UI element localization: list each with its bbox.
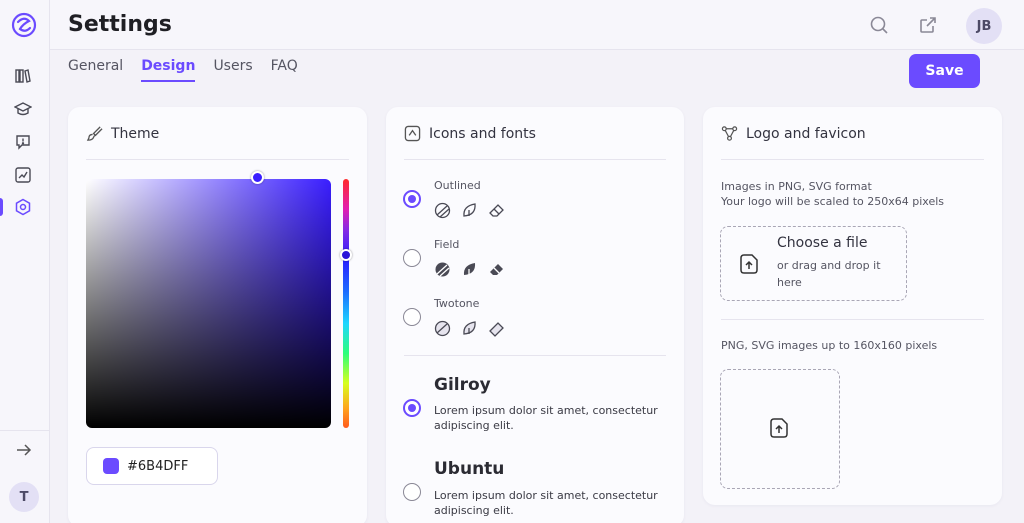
hue-slider-handle[interactable]: [340, 249, 352, 261]
active-nav-indicator: [0, 198, 3, 216]
external-link-icon[interactable]: [918, 15, 938, 35]
favicon-upload-dropzone[interactable]: [720, 369, 840, 489]
theme-card: Theme #6B4DFF: [68, 107, 367, 523]
hex-color-input[interactable]: #6B4DFF: [86, 447, 218, 485]
paint-filled-icon: [435, 262, 450, 277]
top-header: Settings JB: [50, 0, 1024, 50]
leaf-filled-icon: [463, 263, 476, 275]
radio-ubuntu[interactable]: [403, 483, 421, 501]
hue-slider[interactable]: [343, 179, 349, 428]
icons-fonts-divider: [404, 159, 666, 160]
font-gilroy-name: Gilroy: [434, 375, 491, 395]
settings-icon[interactable]: [14, 198, 32, 216]
courses-icon[interactable]: [14, 100, 32, 118]
logo-favicon-card: Logo and favicon Images in PNG, SVG form…: [703, 107, 1002, 505]
color-picker-handle[interactable]: [251, 171, 264, 184]
upload-title: Choose a file: [777, 235, 868, 251]
app-logo-icon[interactable]: [11, 12, 37, 38]
upload-subtitle: or drag and drop it here: [777, 259, 881, 289]
leaf-twotone-icon: [463, 321, 476, 335]
feedback-icon[interactable]: [14, 133, 32, 151]
logo-upload-dropzone[interactable]: Choose a file or drag and drop it here: [720, 226, 907, 301]
user-avatar[interactable]: JB: [966, 8, 1002, 44]
fonts-divider: [404, 355, 666, 356]
expand-sidebar-icon[interactable]: [15, 441, 33, 459]
tab-users[interactable]: Users: [213, 58, 252, 82]
library-icon[interactable]: [14, 67, 32, 85]
icons-fonts-title: Icons and fonts: [429, 125, 536, 142]
outlined-icon-preview: [434, 202, 505, 219]
tab-general[interactable]: General: [68, 58, 123, 82]
hex-value: #6B4DFF: [127, 458, 189, 474]
workspace-avatar[interactable]: T: [9, 482, 39, 512]
brush-icon: [86, 126, 103, 141]
paint-twotone-icon: [434, 320, 451, 337]
theme-card-title: Theme: [111, 125, 160, 142]
field-icon-preview: [434, 261, 505, 278]
font-ubuntu-description: Lorem ipsum dolor sit amet, consectetur …: [434, 489, 658, 517]
page-title: Settings: [68, 12, 172, 37]
eraser-filled-icon: [490, 264, 503, 275]
eraser-icon: [489, 204, 504, 217]
font-gilroy-description: Lorem ipsum dolor sit amet, consectetur …: [434, 404, 658, 432]
font-icon: [404, 125, 421, 142]
analytics-icon[interactable]: [14, 166, 32, 184]
option-field-label: Field: [434, 238, 460, 251]
radio-gilroy[interactable]: [403, 399, 421, 417]
settings-tabs: General Design Users FAQ: [68, 58, 298, 82]
tab-faq[interactable]: FAQ: [271, 58, 298, 82]
search-icon[interactable]: [869, 15, 889, 35]
tag-twotone-icon: [489, 322, 504, 337]
icons-fonts-header: Icons and fonts: [404, 125, 536, 142]
radio-twotone[interactable]: [403, 308, 421, 326]
font-ubuntu-name: Ubuntu: [434, 459, 505, 479]
upload-file-icon: [740, 254, 758, 274]
icons-fonts-card: Icons and fonts Outlined Field Twotone G…: [386, 107, 684, 523]
logo-favicon-header: Logo and favicon: [721, 125, 866, 142]
color-swatch: [103, 458, 119, 474]
sidebar-divider: [0, 430, 50, 431]
option-twotone-label: Twotone: [434, 297, 480, 310]
paint-icon: [434, 202, 451, 219]
sidebar: T: [0, 0, 50, 523]
color-saturation-picker[interactable]: [86, 179, 331, 428]
tab-design[interactable]: Design: [141, 58, 196, 82]
option-outlined-label: Outlined: [434, 179, 481, 192]
leaf-icon: [463, 203, 476, 217]
logo-format-hint: Images in PNG, SVG format: [721, 180, 872, 193]
favicon-divider: [721, 319, 984, 320]
favicon-hint: PNG, SVG images up to 160x160 pixels: [721, 339, 938, 352]
theme-card-header: Theme: [86, 125, 159, 142]
logo-scale-hint: Your logo will be scaled to 250x64 pixel…: [721, 195, 945, 208]
logo-card-divider: [721, 159, 984, 160]
radio-field[interactable]: [403, 249, 421, 267]
nodes-icon: [721, 126, 738, 141]
save-button[interactable]: Save: [909, 54, 980, 88]
upload-favicon-icon: [770, 418, 788, 438]
twotone-icon-preview: [434, 320, 505, 337]
radio-outlined[interactable]: [403, 190, 421, 208]
logo-favicon-title: Logo and favicon: [746, 125, 866, 142]
theme-card-divider: [86, 159, 349, 160]
